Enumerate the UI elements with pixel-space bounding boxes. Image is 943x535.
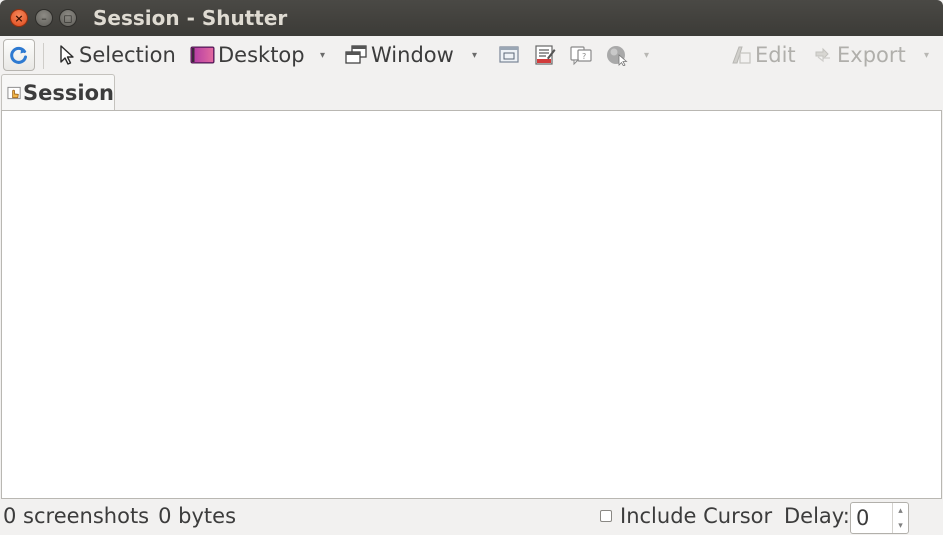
session-hand-icon — [7, 86, 21, 100]
title-bar: × – ◻ Session - Shutter — [0, 0, 943, 36]
desktop-dropdown-arrow[interactable]: ▾ — [320, 38, 325, 72]
toolbar-separator — [43, 43, 44, 69]
menu-capture-button[interactable] — [534, 38, 556, 72]
toolbar: Selection Desktop ▾ Window ▾ ? ▾ Edit Ex… — [0, 36, 943, 74]
delay-value[interactable]: 0 — [851, 503, 892, 533]
selection-pointer-icon — [60, 45, 74, 65]
delay-spinner[interactable]: 0 ▴ ▾ — [850, 502, 909, 534]
selection-button[interactable]: Selection — [58, 38, 176, 72]
close-window-button[interactable]: × — [10, 9, 28, 27]
maximize-window-button[interactable]: ◻ — [59, 9, 77, 27]
refresh-button[interactable] — [3, 39, 35, 71]
export-label: Export — [837, 43, 906, 67]
window-dropdown-arrow[interactable]: ▾ — [472, 38, 477, 72]
screenshot-count: 0 screenshots — [3, 504, 150, 528]
selection-label: Selection — [79, 43, 176, 67]
edit-button[interactable]: Edit — [730, 38, 796, 72]
window-label: Window — [371, 43, 454, 67]
window-button[interactable]: Window — [344, 38, 454, 72]
web-capture-button[interactable] — [605, 38, 629, 72]
edit-icon — [732, 46, 751, 64]
tab-session[interactable]: Session — [1, 74, 115, 111]
delay-increment-button[interactable]: ▴ — [898, 506, 903, 516]
session-view[interactable] — [1, 110, 942, 499]
status-bar: 0 screenshots 0 bytes Include Cursor Dela… — [0, 500, 943, 535]
tab-session-label: Session — [23, 81, 114, 105]
include-cursor-toggle[interactable]: Include Cursor — [600, 504, 772, 528]
web-capture-dropdown-arrow[interactable]: ▾ — [644, 38, 649, 72]
window-icon — [345, 45, 367, 64]
window-section-button[interactable] — [498, 38, 520, 72]
menu-capture-icon — [535, 45, 556, 65]
desktop-button[interactable]: Desktop — [190, 38, 305, 72]
tooltip-capture-button[interactable]: ? — [569, 38, 593, 72]
window-section-icon — [499, 46, 519, 63]
export-dropdown-arrow[interactable]: ▾ — [924, 38, 929, 72]
web-capture-icon — [607, 46, 628, 66]
tooltip-capture-icon: ? — [570, 46, 592, 66]
desktop-icon — [190, 46, 215, 64]
delay-decrement-button[interactable]: ▾ — [898, 521, 903, 531]
svg-text:?: ? — [582, 52, 586, 61]
minimize-window-button[interactable]: – — [35, 9, 53, 27]
desktop-label: Desktop — [218, 43, 305, 67]
total-size: 0 bytes — [158, 504, 237, 528]
refresh-icon — [10, 46, 27, 64]
window-title: Session - Shutter — [93, 6, 288, 30]
include-cursor-checkbox[interactable] — [600, 510, 612, 522]
include-cursor-label: Include Cursor — [620, 504, 773, 528]
delay-label: Delay: — [784, 504, 850, 528]
export-button[interactable]: Export — [812, 38, 906, 72]
export-icon — [815, 47, 830, 63]
edit-label: Edit — [755, 43, 796, 67]
